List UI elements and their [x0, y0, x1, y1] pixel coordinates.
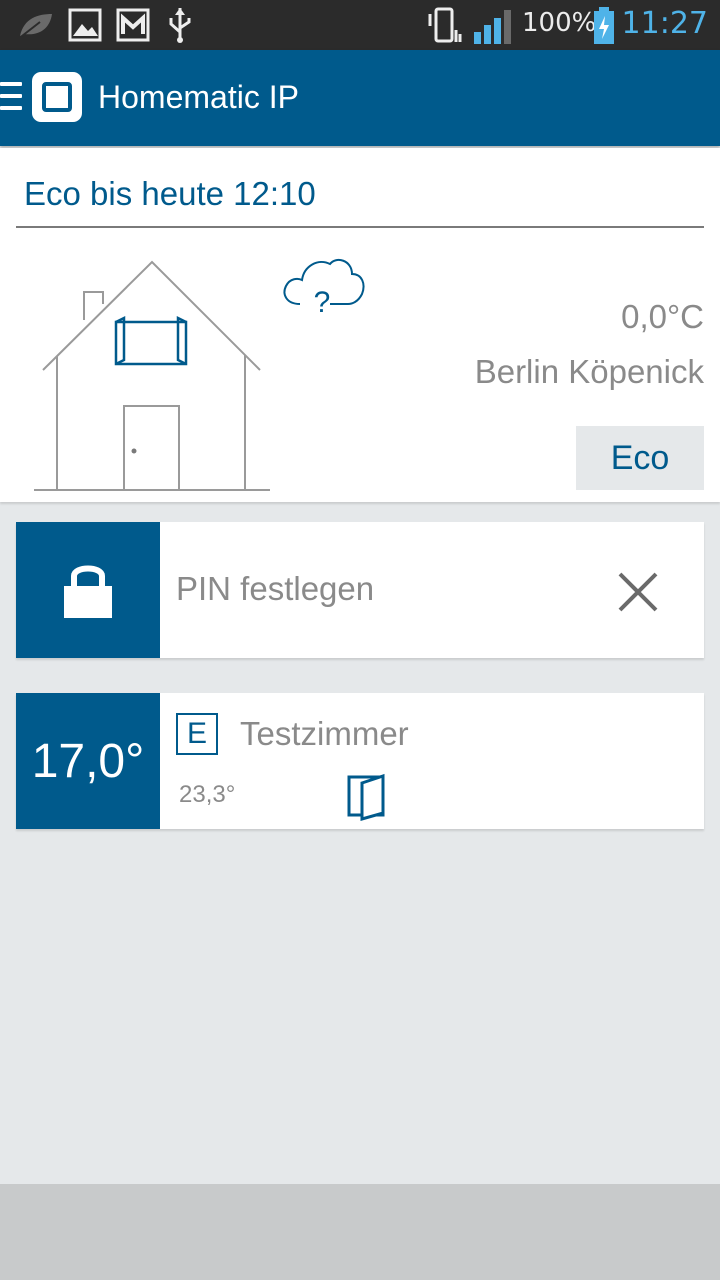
mode-status-text[interactable]: Eco bis heute 12:10 [24, 175, 316, 213]
vibrate-icon [428, 7, 462, 43]
home-overview-card[interactable]: Eco bis heute 12:10 ? 0,0°C Berlin Köpen… [0, 148, 720, 502]
actual-temperature: 23,3° [179, 781, 236, 808]
app-bar: Homematic IP [0, 50, 720, 146]
close-icon[interactable] [616, 570, 660, 614]
leaf-icon [20, 14, 52, 37]
window-open-icon [347, 773, 385, 821]
clock: 11:27 [621, 6, 708, 41]
pin-setup-card[interactable]: PIN festlegen [16, 522, 704, 658]
divider [16, 226, 704, 228]
house-icon [34, 260, 270, 491]
lock-icon [64, 565, 112, 618]
navigation-bar [0, 1184, 720, 1280]
weather-unknown-icon: ? [283, 258, 365, 319]
image-icon [68, 8, 102, 42]
lock-tile [16, 522, 160, 658]
app-title: Homematic IP [98, 79, 299, 115]
location-label: Berlin Köpenick [474, 353, 704, 390]
battery-charging-icon [594, 7, 614, 44]
app-logo[interactable] [32, 72, 82, 122]
gmail-icon [116, 8, 150, 42]
usb-icon [169, 8, 191, 43]
status-bar: 100% 11:27 [0, 0, 720, 50]
eco-mode-badge: E [176, 713, 218, 755]
pin-setup-label[interactable]: PIN festlegen [176, 570, 374, 608]
room-card[interactable]: 17,0° E Testzimmer 23,3° [16, 693, 704, 829]
set-temperature-tile[interactable]: 17,0° [16, 693, 160, 829]
menu-icon[interactable] [0, 82, 22, 114]
outside-temperature: 0,0°C [621, 298, 704, 335]
eco-button[interactable]: Eco [576, 426, 704, 490]
room-name: Testzimmer [240, 715, 409, 752]
battery-percent: 100% [522, 8, 597, 38]
set-temperature: 17,0° [31, 734, 145, 788]
weather-symbol: ? [314, 286, 331, 319]
signal-icon [474, 10, 511, 44]
